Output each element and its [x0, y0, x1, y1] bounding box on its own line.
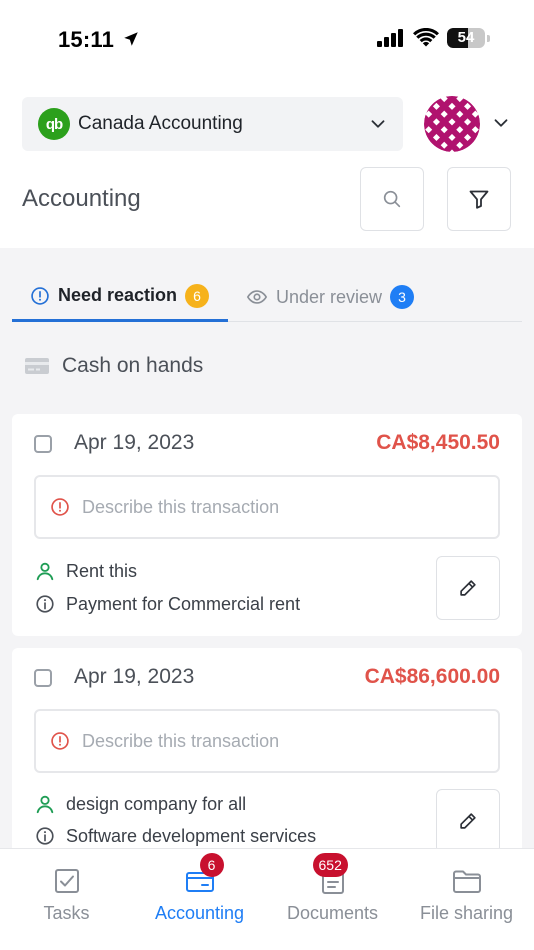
credit-card-icon [25, 358, 49, 374]
tasks-icon [54, 869, 79, 893]
avatar[interactable] [424, 96, 480, 152]
transaction-description: Software development services [34, 825, 316, 847]
transaction-description: Payment for Commercial rent [34, 593, 300, 615]
filter-button[interactable] [447, 167, 511, 231]
account-chevron-down-icon[interactable] [490, 112, 512, 134]
transaction-checkbox[interactable] [34, 669, 52, 687]
accounting-badge: 6 [199, 853, 224, 877]
bottom-navigation: Tasks 6 Accounting 652 Documents File sh… [0, 848, 534, 950]
battery-indicator: 54 [447, 28, 485, 48]
page-title: Accounting [22, 185, 141, 212]
section-title: Cash on hands [62, 354, 204, 377]
quickbooks-logo-icon: qb [38, 108, 70, 140]
transaction-checkbox[interactable] [34, 435, 52, 453]
account-section-header: Cash on hands [24, 354, 203, 378]
search-button[interactable] [360, 167, 424, 231]
transaction-date: Apr 19, 2023 [74, 665, 195, 688]
person-icon [36, 562, 54, 581]
edit-transaction-button[interactable] [436, 556, 500, 620]
nav-tasks[interactable]: Tasks [0, 849, 133, 950]
error-circle-icon [51, 498, 69, 516]
describe-transaction-input[interactable]: Describe this transaction [34, 709, 500, 773]
folder-icon [452, 870, 481, 893]
nav-accounting[interactable]: 6 Accounting [133, 849, 266, 950]
nav-accounting-label: Accounting [154, 903, 245, 923]
nav-file-sharing[interactable]: File sharing [400, 849, 533, 950]
tab-need-reaction-label: Need reaction [58, 285, 178, 305]
need-reaction-count-badge: 6 [185, 283, 210, 308]
company-selector[interactable]: qb Canada Accounting [22, 97, 403, 151]
transaction-card: Apr 19, 2023 CA$8,450.50 Describe this t… [12, 414, 522, 636]
transactions-panel: Need reaction 6 Under review 3 Cash on h… [0, 248, 534, 848]
transaction-contact: design company for all [34, 793, 246, 815]
person-icon [36, 795, 54, 814]
chevron-down-icon [371, 120, 385, 128]
location-arrow-icon [124, 32, 139, 46]
transaction-date: Apr 19, 2023 [74, 431, 195, 454]
filter-icon [469, 190, 489, 209]
eye-icon [246, 290, 268, 304]
error-circle-icon [51, 732, 69, 750]
alert-circle-icon [31, 286, 49, 305]
wifi-icon [413, 28, 439, 47]
search-icon [383, 190, 401, 208]
edit-transaction-button[interactable] [436, 789, 500, 848]
info-icon [36, 595, 54, 613]
documents-badge: 652 [312, 853, 348, 877]
tab-need-reaction[interactable]: Need reaction 6 [12, 272, 228, 322]
nav-documents[interactable]: 652 Documents [266, 849, 399, 950]
tab-under-review[interactable]: Under review 3 [244, 272, 415, 322]
under-review-count-badge: 3 [390, 285, 415, 309]
transaction-amount: CA$86,600.00 [364, 665, 500, 688]
describe-transaction-input[interactable]: Describe this transaction [34, 475, 500, 539]
signal-icon [377, 29, 403, 47]
status-bar: 15:11 54 [0, 0, 534, 80]
transaction-card: Apr 19, 2023 CA$86,600.00 Describe this … [12, 648, 522, 848]
nav-tasks-label: Tasks [43, 903, 90, 923]
pencil-icon [460, 580, 476, 596]
describe-placeholder: Describe this transaction [82, 496, 280, 517]
tab-bar: Need reaction 6 Under review 3 [12, 272, 522, 322]
pencil-icon [460, 813, 476, 829]
info-icon [36, 827, 54, 845]
nav-file-sharing-label: File sharing [419, 903, 514, 923]
describe-placeholder: Describe this transaction [82, 730, 280, 751]
tab-under-review-label: Under review [276, 286, 383, 307]
transaction-amount: CA$8,450.50 [376, 431, 500, 454]
transaction-contact: Rent this [34, 560, 137, 582]
company-name: Canada Accounting [78, 113, 243, 134]
nav-documents-label: Documents [286, 903, 379, 923]
status-time: 15:11 [58, 27, 140, 53]
status-indicators: 54 [377, 28, 490, 48]
